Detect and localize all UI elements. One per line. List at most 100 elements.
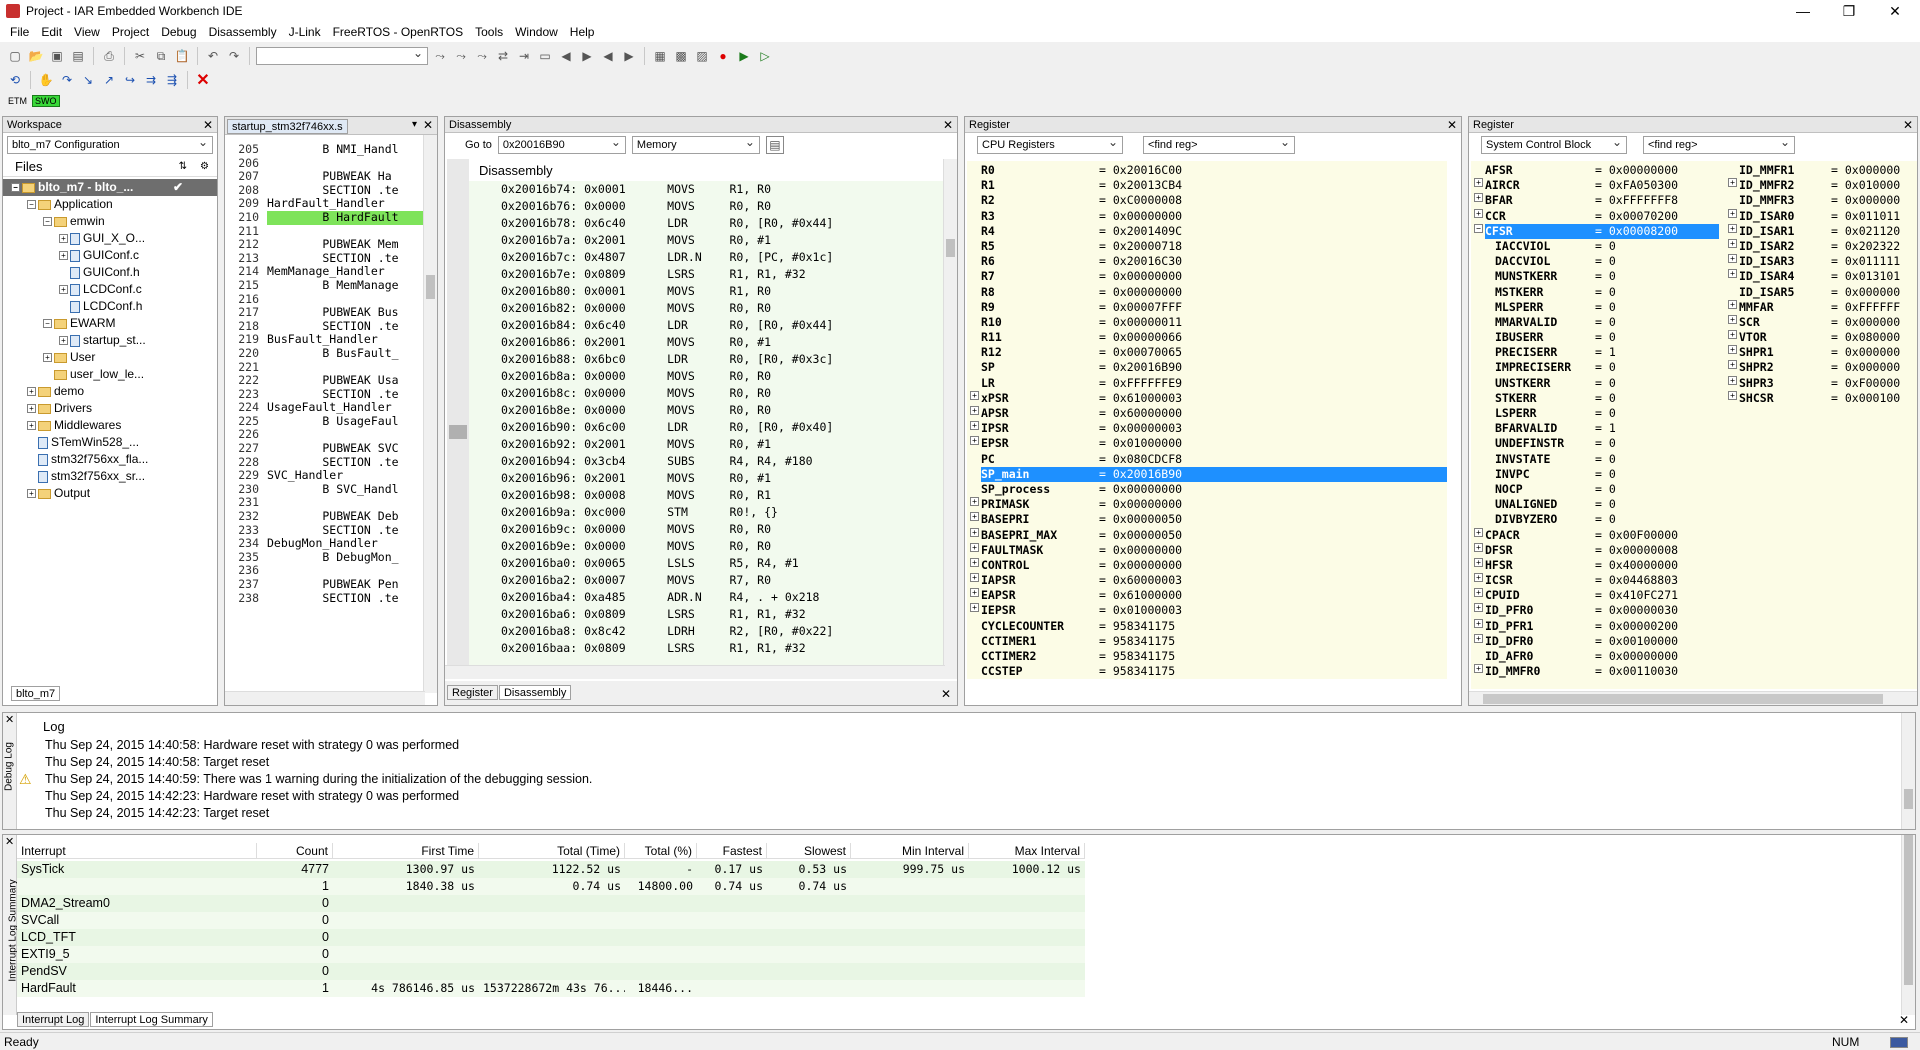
expand-icon[interactable]: + xyxy=(1728,299,1737,309)
tree-node[interactable]: STemWin528_... xyxy=(3,434,217,451)
tree-node[interactable]: + Middlewares xyxy=(3,417,217,434)
editor-vscrollbar[interactable] xyxy=(423,135,437,693)
register-row[interactable]: + MMFAR = 0xFFFFFF xyxy=(1725,299,1917,315)
expand-icon[interactable]: + xyxy=(1728,254,1737,264)
expand-icon[interactable]: + xyxy=(1728,223,1737,233)
paste-icon[interactable]: 📋 xyxy=(173,47,191,65)
tree-node[interactable]: − emwin xyxy=(3,213,217,230)
register-row[interactable]: ID_MMFR3 = 0x000000 xyxy=(1725,193,1917,208)
expand-icon[interactable]: + xyxy=(1728,314,1737,324)
register-row[interactable]: R9 = 0x00007FFF xyxy=(967,300,1449,315)
register-row[interactable]: R8 = 0x00000000 xyxy=(967,285,1449,300)
tree-node[interactable]: + Output xyxy=(3,485,217,502)
expand-icon[interactable]: + xyxy=(1474,618,1483,628)
register-row[interactable]: + ID_ISAR4 = 0x013101 xyxy=(1725,269,1917,284)
expand-icon[interactable]: + xyxy=(970,527,979,537)
download-debug-icon[interactable]: ▶ xyxy=(735,47,753,65)
register-row[interactable]: R0 = 0x20016C00 xyxy=(967,163,1449,178)
replace-icon[interactable]: ⇄ xyxy=(494,47,512,65)
expand-icon[interactable]: + xyxy=(1728,208,1737,218)
register-row[interactable]: + BASEPRI_MAX = 0x00000050 xyxy=(967,527,1449,543)
tab-register[interactable]: Register xyxy=(447,685,498,700)
expand-icon[interactable]: + xyxy=(970,603,979,613)
debug-no-download-icon[interactable]: ▷ xyxy=(756,47,774,65)
menu-item[interactable]: Edit xyxy=(35,25,68,39)
register-row[interactable]: R10 = 0x00000011 xyxy=(967,315,1449,330)
print-icon[interactable]: ⎙ xyxy=(100,47,118,65)
register-row[interactable]: BFARVALID = 1 xyxy=(1471,421,1719,436)
toggle-source-icon[interactable]: ▤ xyxy=(765,136,784,154)
goto-address-input[interactable]: 0x20016B90 xyxy=(497,135,626,154)
expand-icon[interactable]: + xyxy=(1728,269,1737,279)
scb-register-list-left[interactable]: AFSR = 0x00000000 + AIRCR = 0xFA050300 + BFAR =… xyxy=(1471,163,1719,679)
register-row[interactable]: + ID_ISAR3 = 0x011111 xyxy=(1725,254,1917,269)
register-row[interactable]: + ID_MMFR0 = 0x00110030 xyxy=(1471,664,1719,679)
tree-node[interactable]: LCDConf.h xyxy=(3,298,217,315)
register-row[interactable]: + ID_PFR1 = 0x00000200 xyxy=(1471,618,1719,634)
collapse-icon[interactable]: − xyxy=(1474,223,1483,233)
expand-icon[interactable]: + xyxy=(1474,557,1483,567)
register-row[interactable]: + ID_ISAR1 = 0x021120 xyxy=(1725,223,1917,239)
expand-icon[interactable]: + xyxy=(27,387,36,397)
step-into-icon[interactable]: ↘ xyxy=(79,71,97,89)
redo-icon[interactable]: ↷ xyxy=(225,47,243,65)
expand-icon[interactable]: + xyxy=(1474,527,1483,537)
expand-icon[interactable]: + xyxy=(970,390,979,400)
register-row[interactable]: − CFSR = 0x00008200 xyxy=(1471,223,1719,239)
step-over-icon[interactable]: ↷ xyxy=(58,71,76,89)
close-scb-register-icon[interactable]: ✕ xyxy=(1903,117,1913,133)
menu-item[interactable]: Window xyxy=(509,25,564,39)
register-row[interactable]: R6 = 0x20016C30 xyxy=(967,254,1449,269)
column-header[interactable]: Max Interval xyxy=(969,843,1085,858)
menu-item[interactable]: File xyxy=(4,25,35,39)
find-combo[interactable] xyxy=(256,46,428,65)
register-row[interactable]: + IAPSR = 0x60000003 xyxy=(967,573,1449,588)
tree-node[interactable]: + LCDConf.c xyxy=(3,281,217,298)
close-workspace-icon[interactable]: ✕ xyxy=(203,117,213,133)
column-header[interactable]: Min Interval xyxy=(851,843,969,858)
find-next-icon[interactable]: ⤳ xyxy=(452,47,470,65)
register-row[interactable]: R3 = 0x00000000 xyxy=(967,209,1449,224)
expand-icon[interactable]: + xyxy=(1474,178,1483,188)
copy-icon[interactable]: ⧉ xyxy=(152,47,170,65)
register-row[interactable]: R11 = 0x00000066 xyxy=(967,330,1449,345)
register-row[interactable]: + ICSR = 0x04468803 xyxy=(1471,573,1719,588)
scb-register-list-right[interactable]: ID_MMFR1 = 0x000000 + ID_MMFR2 = 0x010000 ID_… xyxy=(1725,163,1917,406)
expand-icon[interactable]: + xyxy=(1728,345,1737,355)
cut-icon[interactable]: ✂ xyxy=(131,47,149,65)
expand-icon[interactable]: + xyxy=(1728,178,1737,188)
tree-node[interactable]: user_low_le... xyxy=(3,366,217,383)
stop-debug-icon[interactable]: ✕ xyxy=(194,71,212,89)
close-window-button[interactable]: ✕ xyxy=(1872,0,1918,22)
expand-icon[interactable]: + xyxy=(970,573,979,583)
register-row[interactable]: R4 = 0x2001409C xyxy=(967,224,1449,239)
open-file-icon[interactable]: 📂 xyxy=(27,47,45,65)
interrupt-row[interactable]: LCD_TFT 0 xyxy=(17,929,1085,946)
menu-item[interactable]: Tools xyxy=(469,25,509,39)
expand-icon[interactable]: + xyxy=(1728,375,1737,385)
expand-icon[interactable]: + xyxy=(59,234,68,244)
column-header[interactable]: First Time xyxy=(333,843,479,858)
register-row[interactable]: + CPUID = 0x410FC271 xyxy=(1471,588,1719,603)
tree-node[interactable]: + Drivers xyxy=(3,400,217,417)
log-vscrollbar[interactable] xyxy=(1901,713,1915,829)
expand-icon[interactable]: + xyxy=(1728,390,1737,400)
tree-node[interactable]: + GUI_X_O... xyxy=(3,230,217,247)
close-register-icon[interactable]: ✕ xyxy=(1447,117,1457,133)
workspace-tab[interactable]: blto_m7 xyxy=(11,686,61,701)
tree-node[interactable]: GUIConf.h xyxy=(3,264,217,281)
break-icon[interactable]: ✋ xyxy=(37,71,55,89)
expand-icon[interactable]: + xyxy=(970,436,979,446)
editor-tab[interactable]: startup_stm32f746xx.s xyxy=(227,119,348,134)
register-row[interactable]: SP_main = 0x20016B90 xyxy=(967,466,1449,482)
register-row[interactable]: MLSPERR = 0 xyxy=(1471,300,1719,315)
tree-node[interactable]: − EWARM xyxy=(3,315,217,332)
expand-icon[interactable]: + xyxy=(43,353,52,363)
column-header[interactable]: Fastest xyxy=(697,843,767,858)
column-header[interactable]: Interrupt xyxy=(17,843,257,858)
scb-hscrollbar[interactable] xyxy=(1469,691,1917,705)
bookmark-icon[interactable]: ▭ xyxy=(536,47,554,65)
collapse-icon[interactable]: − xyxy=(43,319,52,329)
register-row[interactable]: + CPACR = 0x00F00000 xyxy=(1471,527,1719,543)
register-row[interactable]: DACCVIOL = 0 xyxy=(1471,254,1719,269)
